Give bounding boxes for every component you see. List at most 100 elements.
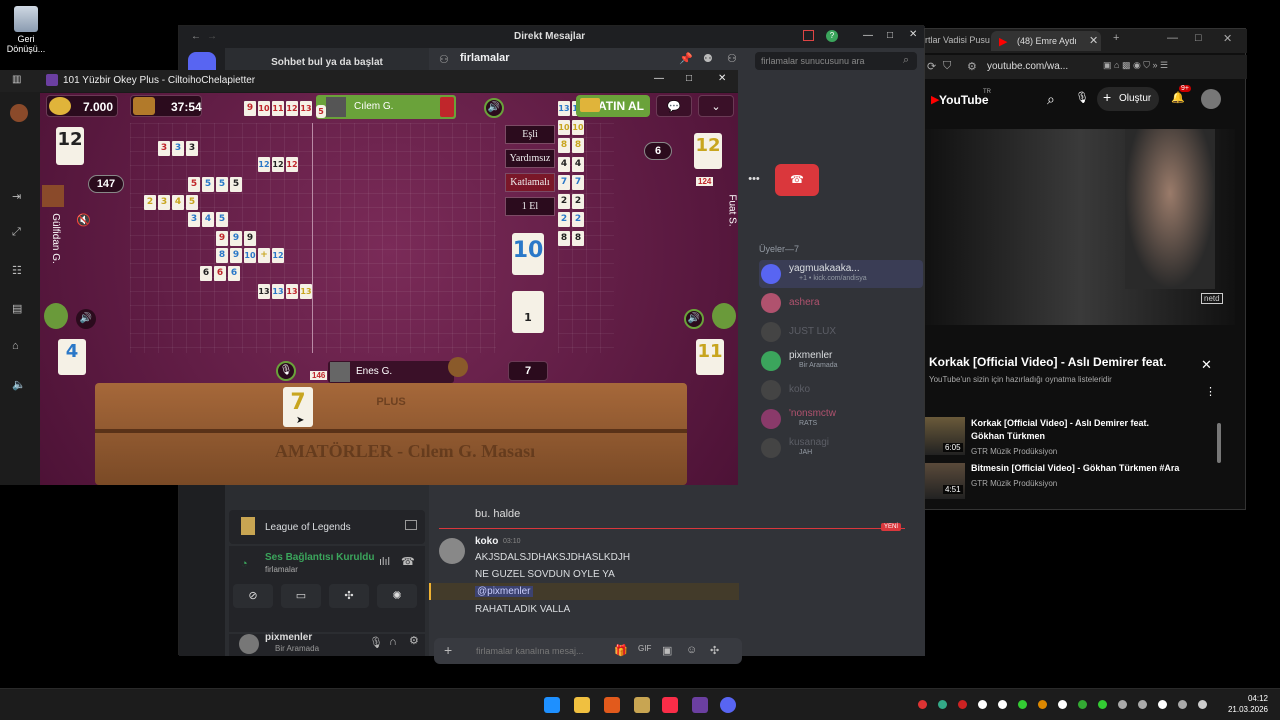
- voice-status[interactable]: Ses Bağlantısı Kuruldu: [265, 552, 374, 563]
- board-tile[interactable]: 5: [202, 177, 214, 192]
- sidebar-toggle-icon[interactable]: ▥: [12, 74, 21, 85]
- voice-channel[interactable]: firlamalar: [265, 565, 298, 574]
- top-player-panel[interactable]: Cılem G.: [316, 95, 456, 119]
- emoji-icon[interactable]: ☺: [686, 644, 697, 656]
- board-tile[interactable]: 3: [158, 141, 170, 156]
- board-tile[interactable]: 13: [258, 284, 270, 299]
- tray-icon[interactable]: [1078, 700, 1087, 709]
- site-info-icon[interactable]: ⚙: [967, 60, 977, 73]
- board-tile[interactable]: 12: [272, 248, 284, 263]
- board-tile[interactable]: 8: [558, 138, 570, 153]
- board-tile[interactable]: 4: [202, 212, 214, 227]
- board-tile[interactable]: 12: [286, 157, 298, 172]
- member-item[interactable]: ashera: [759, 289, 923, 317]
- deck-pile[interactable]: 1: [512, 291, 544, 333]
- tray-icon[interactable]: [1098, 700, 1107, 709]
- board-tile[interactable]: 4: [572, 156, 584, 172]
- chat-button[interactable]: 💬: [656, 95, 692, 117]
- message-author[interactable]: koko: [475, 536, 498, 547]
- avatar[interactable]: [42, 185, 64, 207]
- tray-icon[interactable]: [938, 700, 947, 709]
- league-icon[interactable]: [634, 697, 650, 713]
- gold-counter[interactable]: 7.000: [46, 95, 118, 117]
- board-tile[interactable]: 9: [216, 231, 228, 246]
- gift-icon[interactable]: 🎁: [614, 644, 628, 657]
- avatar[interactable]: [44, 303, 68, 329]
- recycle-bin-desktop-icon[interactable]: Geri Dönüşü...: [4, 6, 48, 54]
- apps-icon[interactable]: ✣: [710, 644, 719, 657]
- url-field[interactable]: youtube.com/wa...: [987, 61, 1068, 72]
- board-tile[interactable]: 12: [258, 157, 270, 172]
- member-list-icon[interactable]: ⚇: [727, 52, 737, 65]
- keyboard-icon[interactable]: ▤: [12, 302, 22, 315]
- board-tile[interactable]: 5: [230, 177, 242, 192]
- tray-icon[interactable]: [1158, 700, 1167, 709]
- speaker-icon[interactable]: 🔊: [76, 309, 96, 329]
- settings-gear-icon[interactable]: ⚙: [409, 634, 419, 647]
- board-tile[interactable]: 12: [272, 157, 284, 172]
- board-tile[interactable]: 13: [300, 284, 312, 299]
- board-tile[interactable]: 6: [214, 266, 226, 281]
- member-item[interactable]: kusanagi JAH: [759, 434, 923, 462]
- board-tile[interactable]: 9: [244, 101, 256, 116]
- camera-button[interactable]: ⊘: [233, 584, 273, 608]
- disconnect-icon[interactable]: ☎: [401, 555, 415, 568]
- board-tile[interactable]: 8: [572, 230, 584, 246]
- board-tile[interactable]: 2: [572, 193, 584, 209]
- member-item[interactable]: pixmenler Bir Aramada: [759, 347, 923, 375]
- noise-suppression-icon[interactable]: ılıl: [379, 556, 390, 568]
- discord-icon[interactable]: [720, 697, 736, 713]
- board-tile[interactable]: 13: [558, 101, 570, 116]
- tray-icon[interactable]: [958, 700, 967, 709]
- plus-icon[interactable]: +: [444, 642, 452, 658]
- tray-icon[interactable]: [1138, 700, 1147, 709]
- board-tile[interactable]: 8: [558, 230, 570, 246]
- board-tile[interactable]: 10: [572, 119, 584, 135]
- close-icon[interactable]: ✕: [909, 29, 917, 40]
- board-tile[interactable]: 2: [572, 212, 584, 227]
- bell-icon[interactable]: 🔔: [1171, 91, 1185, 104]
- member-item[interactable]: 'nonsmctw RATS: [759, 405, 923, 433]
- speaker-icon[interactable]: 🔊: [484, 98, 504, 118]
- tag-icon[interactable]: ⌂: [12, 340, 19, 352]
- share-screen-button[interactable]: ▭: [281, 584, 321, 608]
- video-player[interactable]: netd: [925, 129, 1235, 325]
- close-icon[interactable]: ✕: [718, 73, 726, 84]
- board-tile[interactable]: 5: [216, 177, 228, 192]
- board-tile[interactable]: 10: [558, 119, 570, 135]
- board-tile[interactable]: +: [258, 248, 270, 263]
- avatar[interactable]: [10, 104, 28, 122]
- board-tile[interactable]: 3: [172, 141, 184, 156]
- help-icon[interactable]: ?: [826, 30, 838, 42]
- board-tile[interactable]: 3: [186, 141, 198, 156]
- board-tile[interactable]: 8: [216, 248, 228, 263]
- search-field[interactable]: firlamalar sunucusunu ara ⌕: [755, 52, 917, 70]
- tray-icon[interactable]: [1038, 700, 1047, 709]
- chest-timer[interactable]: 37:54: [130, 95, 202, 117]
- tray-icon[interactable]: [1018, 700, 1027, 709]
- hang-up-button[interactable]: ☎: [775, 164, 819, 196]
- close-tab-icon[interactable]: ✕: [1089, 34, 1098, 47]
- headset-icon[interactable]: ∩: [389, 636, 397, 648]
- minimize-icon[interactable]: —: [1167, 32, 1178, 44]
- file-explorer-icon[interactable]: [574, 697, 590, 713]
- microphone-icon[interactable]: 🎙: [276, 361, 296, 381]
- playlist-item[interactable]: 4:51 Bitmesin [Official Video] - Gökhan …: [925, 463, 1225, 503]
- member-item[interactable]: yagmuakaaka... +1 • kick.com/andisya: [759, 260, 923, 288]
- more-options-icon[interactable]: •••: [739, 164, 769, 194]
- board-tile[interactable]: 6: [228, 266, 240, 281]
- board-tile[interactable]: 3: [188, 212, 200, 227]
- board-tile[interactable]: 11: [272, 101, 284, 116]
- start-menu-icon[interactable]: [544, 697, 560, 713]
- maximize-icon[interactable]: □: [1195, 32, 1202, 44]
- voice-search-icon[interactable]: 🎙: [1075, 91, 1089, 104]
- message-composer[interactable]: + firlamalar kanalına mesaj... 🎁 GIF ▣ ☺…: [434, 638, 742, 664]
- board-tile[interactable]: 7: [572, 175, 584, 190]
- board-tile[interactable]: 13: [286, 284, 298, 299]
- close-icon[interactable]: ✕: [1223, 32, 1232, 45]
- more-options-icon[interactable]: ⋮: [1205, 385, 1216, 398]
- minimize-icon[interactable]: —: [863, 30, 873, 41]
- expand-icon[interactable]: ⤢: [12, 226, 21, 239]
- board-tile[interactable]: 2: [558, 212, 570, 227]
- board-tile[interactable]: 5: [188, 177, 200, 192]
